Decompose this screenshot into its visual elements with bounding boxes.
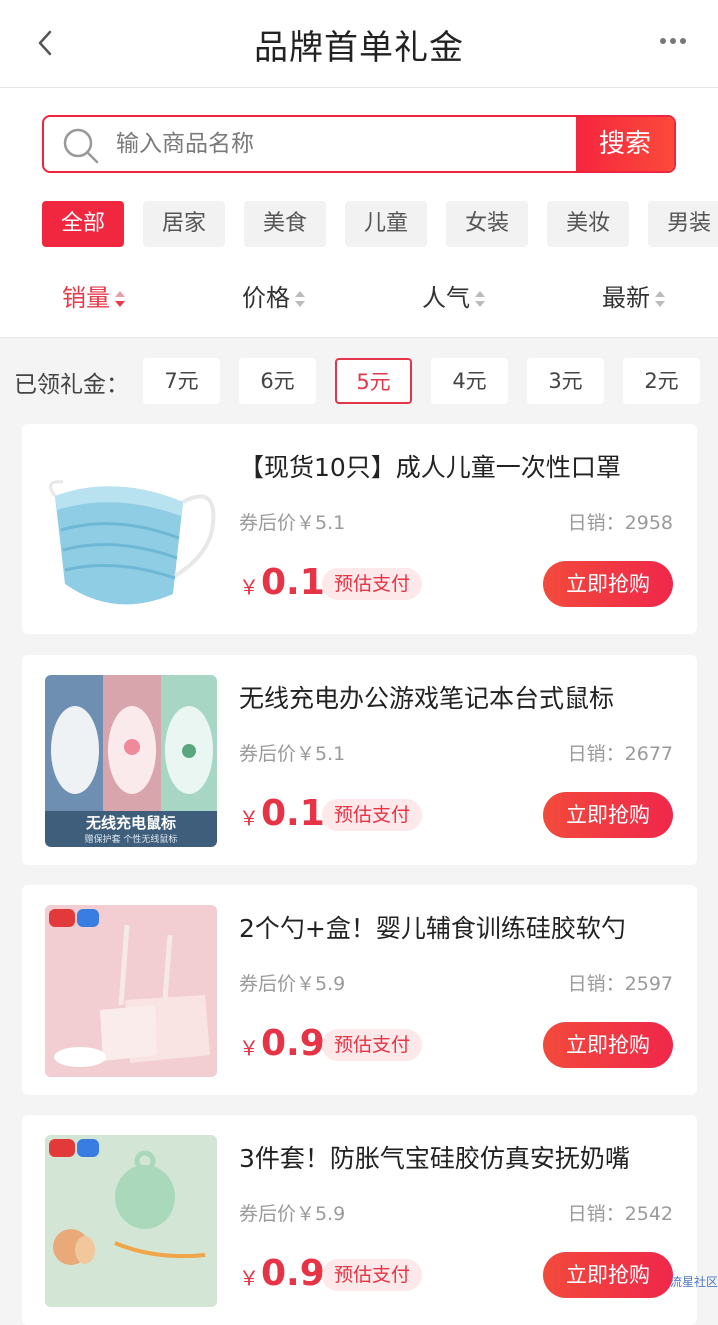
sort-label: 人气: [422, 284, 470, 312]
category-all[interactable]: 全部: [42, 201, 124, 247]
product-card[interactable]: 无线充电鼠标 赠保护套 个性无线鼠标 无线充电办公游戏笔记本台式鼠标 券后价￥5…: [22, 655, 697, 865]
category-home[interactable]: 居家: [143, 201, 225, 247]
buy-now-button[interactable]: 立即抢购: [543, 792, 673, 838]
product-image-face-mask: [45, 444, 217, 616]
estimate-tag: 预估支付: [322, 799, 422, 831]
category-food[interactable]: 美食: [244, 201, 326, 247]
buy-now-button[interactable]: 立即抢购: [543, 561, 673, 607]
product-card[interactable]: 2个勺+盒！婴儿辅食训练硅胶软勺 券后价￥5.9 日销：2597 ￥0.9 预估…: [22, 885, 697, 1095]
gift-filter: 已领礼金： 7元 6元 5元 4元 3元 2元: [0, 355, 718, 407]
gift-option[interactable]: 4元: [431, 358, 508, 404]
price-value: 0.9: [261, 1253, 325, 1294]
search-bar: 搜索: [42, 115, 676, 173]
price-value: 0.9: [261, 1023, 325, 1064]
sort-label: 销量: [62, 284, 110, 312]
final-price: ￥0.9: [239, 1023, 325, 1064]
estimate-tag: 预估支付: [322, 568, 422, 600]
more-icon[interactable]: [658, 34, 688, 48]
gift-option-selected[interactable]: 5元: [335, 358, 412, 404]
image-subcaption: 赠保护套 个性无线鼠标: [45, 832, 217, 845]
gift-option[interactable]: 2元: [623, 358, 700, 404]
sort-label: 价格: [242, 284, 290, 312]
search-button[interactable]: 搜索: [576, 117, 674, 171]
daily-sales: 日销：2677: [568, 739, 673, 766]
daily-sales: 日销：2958: [568, 508, 673, 535]
coupon-price: 券后价￥5.9: [239, 969, 345, 996]
gift-option[interactable]: 7元: [143, 358, 220, 404]
currency-symbol: ￥: [239, 575, 259, 599]
category-men[interactable]: 男装: [648, 201, 718, 247]
currency-symbol: ￥: [239, 1036, 259, 1060]
sort-arrows-icon: [655, 291, 665, 307]
coupon-price: 券后价￥5.1: [239, 739, 345, 766]
category-beauty[interactable]: 美妆: [547, 201, 629, 247]
product-card[interactable]: 【现货10只】成人儿童一次性口罩 券后价￥5.1 日销：2958 ￥0.1 预估…: [22, 424, 697, 634]
sort-sales[interactable]: 销量: [62, 278, 125, 318]
price-value: 0.1: [261, 793, 325, 834]
daily-sales: 日销：2542: [568, 1199, 673, 1226]
coupon-price: 券后价￥5.1: [239, 508, 345, 535]
sort-arrows-icon: [295, 291, 305, 307]
category-women[interactable]: 女装: [446, 201, 528, 247]
search-input[interactable]: [116, 117, 576, 171]
final-price: ￥0.1: [239, 793, 325, 834]
product-name: 无线充电办公游戏笔记本台式鼠标: [239, 679, 679, 715]
product-image-wireless-mouse: 无线充电鼠标 赠保护套 个性无线鼠标: [45, 675, 217, 847]
currency-symbol: ￥: [239, 806, 259, 830]
page-title: 品牌首单礼金: [0, 20, 718, 69]
estimate-tag: 预估支付: [322, 1259, 422, 1291]
watermark: 流星社区: [670, 1273, 718, 1290]
filter-panel: 搜索 全部居家美食儿童女装美妆男装 销量 价格 人气 最新: [0, 88, 718, 338]
product-name: 【现货10只】成人儿童一次性口罩: [239, 448, 679, 484]
sort-newest[interactable]: 最新: [602, 278, 665, 318]
product-name: 3件套！防胀气宝硅胶仿真安抚奶嘴: [239, 1139, 679, 1175]
category-tabs: 全部居家美食儿童女装美妆男装: [42, 201, 718, 247]
gift-option[interactable]: 6元: [239, 358, 316, 404]
baby-spoon-icon: [45, 905, 217, 1077]
coupon-price: 券后价￥5.9: [239, 1199, 345, 1226]
sort-popularity[interactable]: 人气: [422, 278, 485, 318]
sort-arrows-icon: [115, 291, 125, 307]
gift-option[interactable]: 3元: [527, 358, 604, 404]
sort-price[interactable]: 价格: [242, 278, 305, 318]
sort-bar: 销量 价格 人气 最新: [0, 278, 718, 318]
daily-sales: 日销：2597: [568, 969, 673, 996]
product-image-baby-spoon: [45, 905, 217, 1077]
estimate-tag: 预估支付: [322, 1029, 422, 1061]
product-card[interactable]: 3件套！防胀气宝硅胶仿真安抚奶嘴 券后价￥5.9 日销：2542 ￥0.9 预估…: [22, 1115, 697, 1325]
sort-label: 最新: [602, 284, 650, 312]
currency-symbol: ￥: [239, 1266, 259, 1290]
face-mask-icon: [45, 444, 217, 616]
final-price: ￥0.9: [239, 1253, 325, 1294]
gift-label: 已领礼金：: [14, 365, 129, 399]
buy-now-button[interactable]: 立即抢购: [543, 1252, 673, 1298]
nav-bar: 品牌首单礼金: [0, 0, 718, 88]
sort-arrows-icon: [475, 291, 485, 307]
image-caption: 无线充电鼠标: [45, 812, 217, 833]
product-image-pacifier: [45, 1135, 217, 1307]
category-kids[interactable]: 儿童: [345, 201, 427, 247]
product-name: 2个勺+盒！婴儿辅食训练硅胶软勺: [239, 909, 679, 945]
buy-now-button[interactable]: 立即抢购: [543, 1022, 673, 1068]
pacifier-icon: [45, 1135, 217, 1307]
price-value: 0.1: [261, 562, 325, 603]
final-price: ￥0.1: [239, 562, 325, 603]
search-icon: [62, 127, 100, 165]
